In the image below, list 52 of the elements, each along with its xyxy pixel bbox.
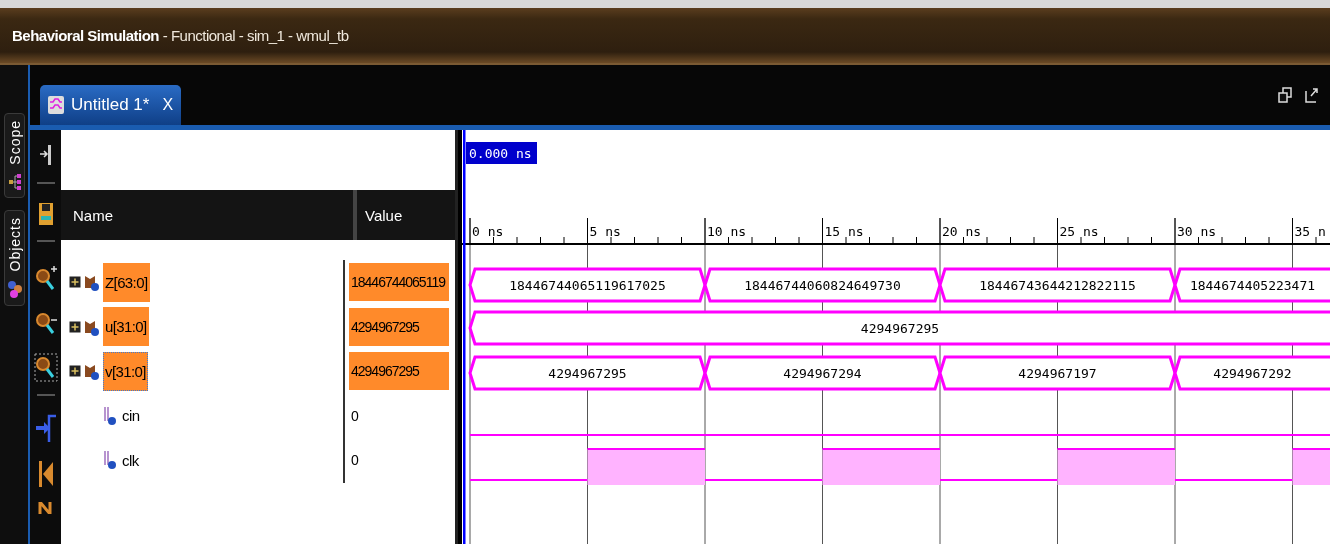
bus-value: 4294967197	[938, 355, 1177, 391]
zoom-fit-icon[interactable]	[33, 353, 58, 383]
time-label: 0 ns	[472, 224, 504, 239]
time-label: 15 ns	[824, 224, 864, 239]
bus-value: 4294967295	[468, 310, 1330, 346]
cursor-time-label: 0.000 ns	[466, 142, 537, 164]
save-icon[interactable]	[37, 202, 54, 226]
bit-signal-icon	[103, 404, 117, 427]
bus-value: 4294967294	[703, 355, 942, 391]
time-label: 5 ns	[589, 224, 621, 239]
signal-value: 4294967295	[349, 352, 449, 391]
time-label: 10 ns	[707, 224, 747, 239]
signal-name[interactable]: clk	[120, 440, 141, 480]
column-header[interactable]: Value	[357, 190, 455, 240]
go-to-start-icon[interactable]	[37, 460, 54, 488]
bus-value: 1844674405223471	[1173, 267, 1330, 303]
expand-icon[interactable]	[69, 365, 81, 378]
signal-name[interactable]: v[31:0]	[103, 351, 148, 391]
signal-value: 18446744065119	[349, 263, 449, 302]
side-tab[interactable]: Objects	[4, 209, 25, 307]
bus-value: 18446744065119617025	[468, 267, 707, 303]
signal-value: 0	[350, 406, 360, 426]
signal-name[interactable]: u[31:0]	[103, 307, 149, 347]
hierarchy-icon	[7, 172, 22, 191]
waveform-panel[interactable]: 0 ns 5 ns 10 ns 15 ns 20 ns 25 ns 30 ns 35 n 18446744065119617025 18446744060824649730 18446743644212822115 1844674405223471 4294967295 4294967295 4294967294 4294967197 4294967292 0.000 ns	[458, 130, 1330, 544]
objects-icon	[6, 279, 23, 300]
expand-icon[interactable]	[69, 276, 81, 289]
signal-name[interactable]: Z[63:0]	[103, 262, 150, 302]
cursor-arrow-icon[interactable]	[34, 412, 57, 444]
waveform-icon	[48, 96, 64, 114]
next-icon[interactable]	[37, 502, 54, 514]
time-cursor[interactable]	[463, 130, 466, 544]
time-label: 35 n	[1294, 224, 1326, 239]
time-label: 30 ns	[1177, 224, 1217, 239]
arrow-to-bar-icon[interactable]	[38, 142, 53, 168]
window-title: Behavioral Simulation - Functional - sim_1 - wmul_tb	[12, 27, 349, 44]
bit-signal-icon	[103, 449, 117, 472]
bus-value: 18446743644212822115	[938, 267, 1177, 303]
side-tab[interactable]: Scope	[4, 113, 25, 198]
time-label: 20 ns	[942, 224, 982, 239]
signal-value: 4294967295	[349, 307, 449, 346]
time-label: 25 ns	[1059, 224, 1099, 239]
bus-value: 18446744060824649730	[703, 267, 942, 303]
maximize-icon[interactable]	[1304, 87, 1318, 103]
expand-icon[interactable]	[69, 320, 81, 333]
bus-value: 4294967295	[468, 355, 707, 391]
editor-tab[interactable]: Untitled 1* X	[40, 85, 182, 125]
restore-icon[interactable]	[1278, 87, 1292, 103]
signal-name[interactable]: cin	[120, 396, 142, 436]
close-tab-button[interactable]: X	[162, 96, 174, 114]
bus-value: 4294967292	[1173, 355, 1330, 391]
signal-value: 0	[350, 451, 360, 471]
